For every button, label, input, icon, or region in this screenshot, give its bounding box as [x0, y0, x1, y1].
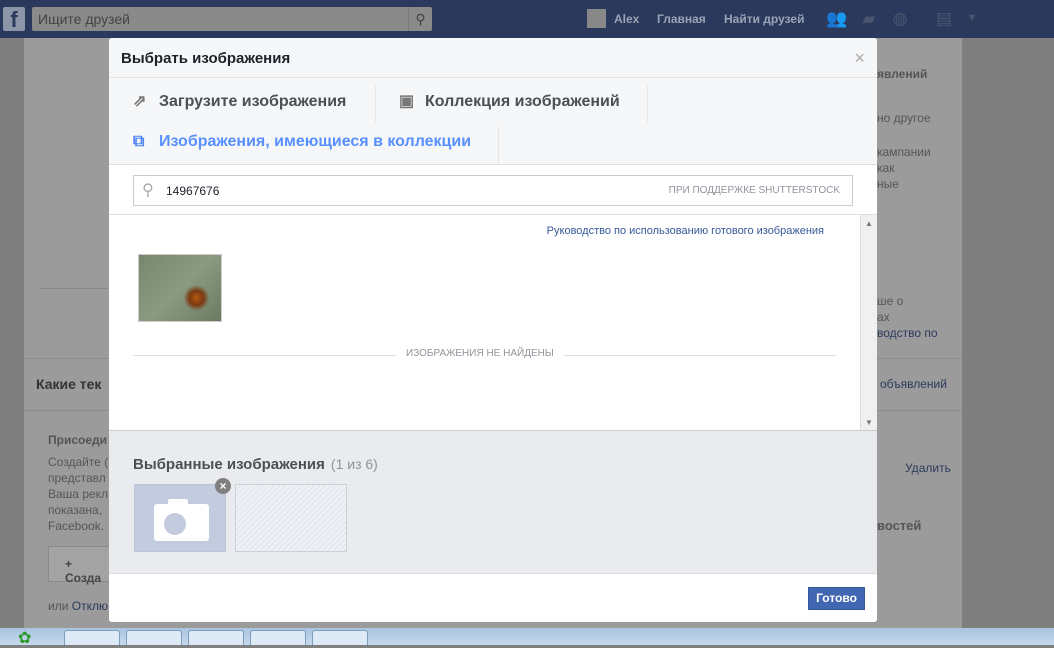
scrollbar[interactable]: ▲ ▼ [860, 215, 877, 431]
chevron-down-icon[interactable]: ▼ [962, 12, 982, 32]
facebook-logo-icon[interactable]: f [3, 7, 25, 32]
profile-link[interactable]: Alex [614, 12, 639, 26]
guide-link-bg[interactable]: водство по [877, 325, 938, 341]
search-value: 14967676 [166, 184, 220, 198]
no-results-label: ИЗОБРАЖЕНИЯ НЕ НАЙДЕНЫ [396, 348, 564, 359]
messages-icon[interactable]: ▰ [859, 9, 879, 29]
notepad-taskbar-icon[interactable] [250, 630, 306, 645]
document-taskbar-icon[interactable] [188, 630, 244, 645]
tab-library[interactable]: ▣ Коллекция изображений [399, 78, 620, 118]
remove-image-icon[interactable]: × [215, 478, 231, 494]
bg-text: кампании [877, 145, 931, 159]
done-button[interactable]: Готово [808, 587, 865, 610]
skype-taskbar-icon[interactable] [64, 630, 120, 645]
disable-link[interactable]: Отклю [72, 599, 108, 613]
friend-requests-icon[interactable]: 👥 [826, 9, 847, 29]
dialog-header: Выбрать изображения × [109, 38, 877, 78]
bg-text: ше о [877, 294, 904, 308]
selected-image-slot[interactable] [134, 484, 226, 552]
avatar[interactable] [587, 9, 606, 28]
selected-count: (1 из 6) [330, 456, 378, 472]
divider [375, 86, 376, 122]
delete-link[interactable]: Удалить [905, 460, 951, 476]
notifications-globe-icon[interactable]: ◍ [890, 9, 910, 29]
dialog-title: Выбрать изображения [121, 50, 291, 67]
section-heading: Какие тек [36, 376, 102, 392]
tab-stock-images[interactable]: ⧉ Изображения, имеющиеся в коллекции [133, 120, 471, 160]
upload-icon: ⇗ [133, 93, 147, 110]
bg-text: востей [877, 518, 922, 533]
library-icon: ▣ [399, 93, 415, 110]
bg-text: ах [877, 310, 890, 324]
bg-text: явлений [877, 67, 928, 81]
bg-text: как [877, 161, 895, 175]
stock-search-input[interactable]: ⚲ 14967676 ПРИ ПОДДЕРЖКЕ SHUTTERSTOCK [133, 175, 853, 206]
powered-by-label: ПРИ ПОДДЕРЖКЕ SHUTTERSTOCK [668, 185, 840, 196]
icq-icon[interactable]: ✿ [18, 628, 31, 648]
empty-image-slot [235, 484, 347, 552]
join-label: Присоеди [48, 433, 108, 447]
privacy-icon[interactable]: ▤ [934, 9, 954, 29]
find-friends-link[interactable]: Найти друзей [724, 12, 804, 26]
or-text: или Отклю [48, 599, 108, 613]
camera-icon [154, 499, 209, 541]
console-taskbar-icon[interactable] [126, 630, 182, 645]
scroll-up-icon[interactable]: ▲ [865, 219, 873, 228]
search-icon[interactable]: ⚲ [408, 7, 432, 31]
divider [647, 86, 648, 122]
image-source-tabs: ⇗ Загрузите изображения ▣ Коллекция изобра… [109, 78, 877, 165]
select-images-dialog: Выбрать изображения × ⇗ Загрузите изображ… [109, 38, 877, 622]
divider [40, 288, 110, 289]
image-thumbnail[interactable] [138, 254, 222, 322]
search-icon: ⚲ [142, 182, 154, 199]
excel-taskbar-icon[interactable] [312, 630, 368, 645]
guide-link[interactable]: Руководство по использованию готового из… [547, 225, 824, 237]
tab-upload[interactable]: ⇗ Загрузите изображения [133, 78, 346, 118]
results-area: Руководство по использованию готового из… [109, 214, 877, 431]
body-text: Создайте (представл Ваша рекл показана, Fac… [48, 455, 109, 533]
bg-text: но другое [877, 111, 931, 125]
home-link[interactable]: Главная [657, 12, 706, 26]
stock-icon: ⧉ [133, 133, 145, 150]
windows-taskbar: ✿ [0, 628, 1054, 648]
close-icon[interactable]: × [854, 48, 865, 69]
bg-text: ные [877, 177, 899, 191]
dialog-footer: Готово [109, 573, 877, 622]
ads-link-bg[interactable]: объявлений [880, 376, 947, 392]
friend-search-input[interactable]: Ищите друзей [32, 7, 432, 31]
scroll-down-icon[interactable]: ▼ [865, 418, 873, 427]
selected-images-title: Выбранные изображения (1 из 6) [133, 456, 378, 473]
top-navigation-bar: f Ищите друзей ⚲ Alex Главная Найти друз… [0, 0, 1054, 38]
divider [498, 126, 499, 164]
selected-images-section: Выбранные изображения (1 из 6) × [109, 430, 877, 573]
